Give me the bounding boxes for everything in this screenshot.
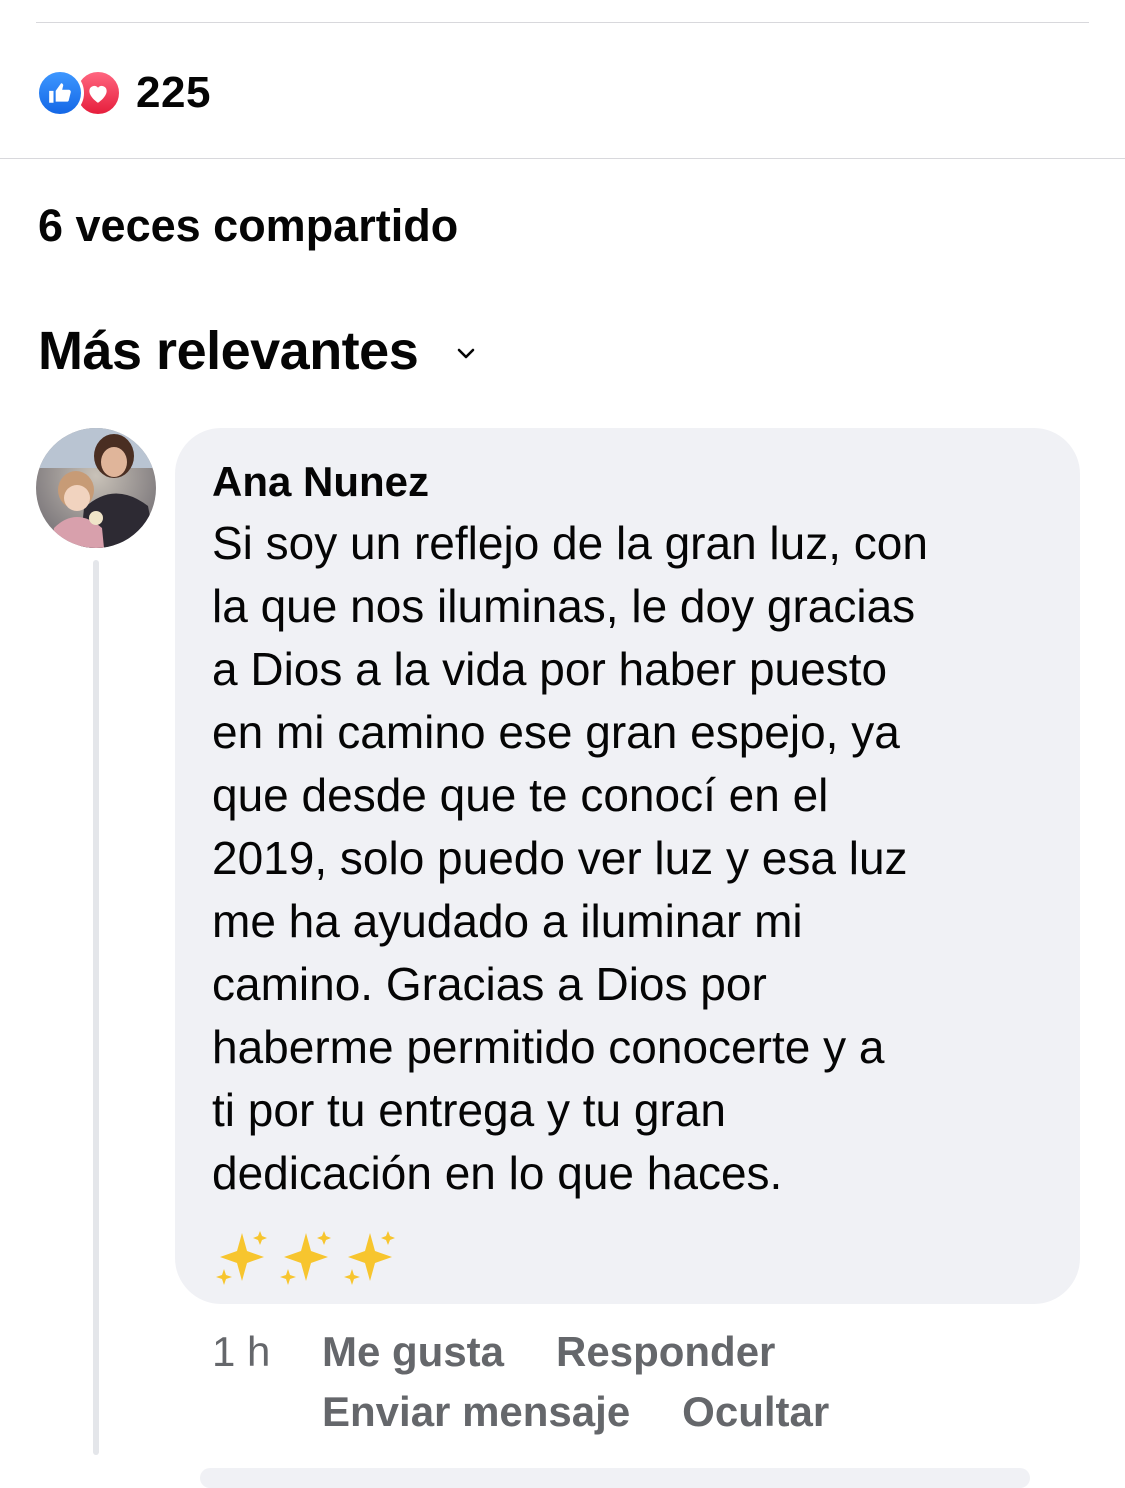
sort-dropdown[interactable]: Más relevantes	[38, 320, 478, 382]
reactions-divider	[0, 158, 1125, 159]
sort-label: Más relevantes	[38, 321, 419, 381]
reactions-summary[interactable]: 225	[36, 68, 211, 118]
send-message-button[interactable]: Enviar mensaje	[322, 1382, 630, 1442]
top-divider	[36, 22, 1089, 23]
sparkles-emoji	[212, 1229, 1050, 1285]
next-comment-edge	[200, 1468, 1030, 1488]
sparkle-icon	[216, 1231, 267, 1285]
reaction-count: 225	[136, 68, 211, 117]
hide-button[interactable]: Ocultar	[682, 1382, 829, 1442]
sparkle-icon	[344, 1231, 395, 1285]
like-icon	[36, 69, 84, 117]
sparkle-icon	[280, 1231, 331, 1285]
shares-count[interactable]: 6 veces compartido	[38, 200, 458, 252]
comment-actions: 1 h Me gusta Responder Enviar mensaje Oc…	[212, 1322, 881, 1442]
chevron-down-icon	[457, 348, 475, 359]
comment-time[interactable]: 1 h	[212, 1322, 322, 1382]
comment-bubble[interactable]: Ana Nunez Si soy un reflejo de la gran l…	[175, 428, 1080, 1304]
comment-text: Si soy un reflejo de la gran luz, con la…	[212, 517, 928, 1199]
reply-button[interactable]: Responder	[556, 1322, 775, 1382]
like-button[interactable]: Me gusta	[322, 1322, 504, 1382]
avatar[interactable]	[36, 428, 156, 548]
comment-author[interactable]: Ana Nunez	[212, 458, 1050, 506]
thread-line	[93, 560, 99, 1455]
